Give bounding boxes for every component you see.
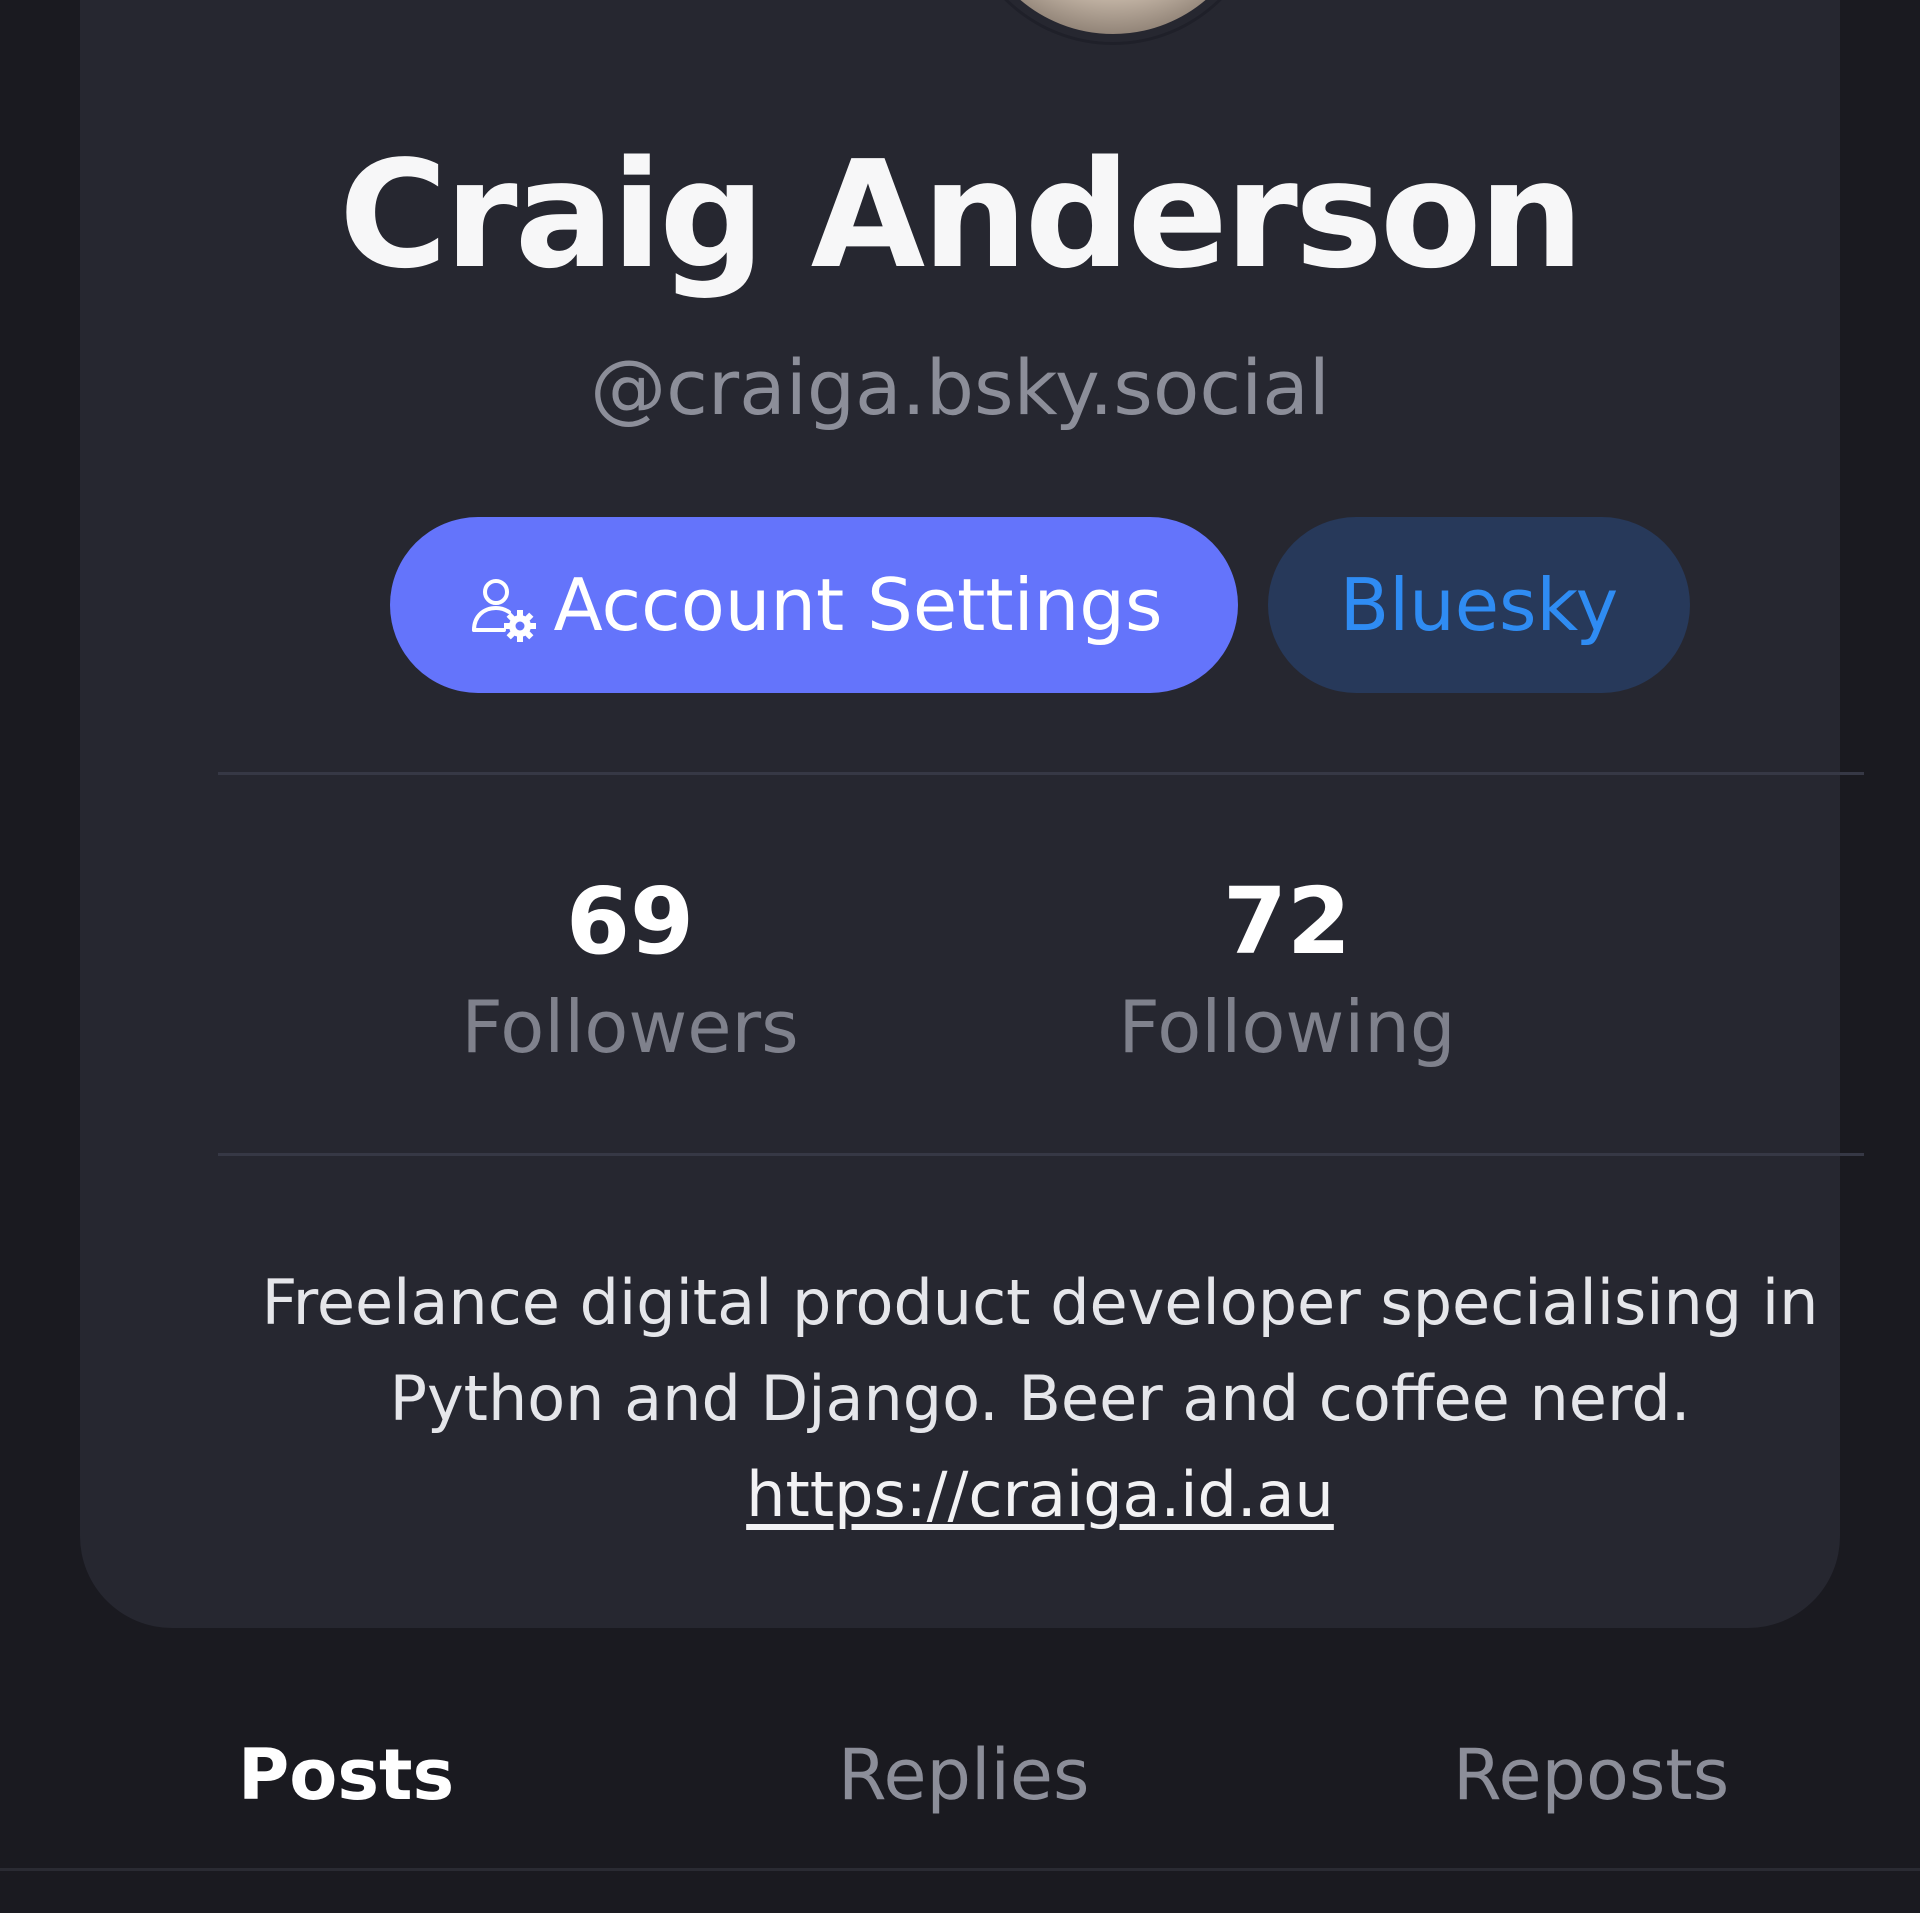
profile-card: Craig Anderson @craiga.bsky.social Accou… — [80, 0, 1864, 1628]
divider-top — [218, 772, 1864, 775]
avatar[interactable] — [962, 0, 1264, 42]
profile-name: Craig Anderson — [338, 129, 1584, 301]
profile-bio: Freelance digital product developer spec… — [220, 1255, 1860, 1543]
profile-actions: Account Settings Bluesky — [80, 517, 1840, 693]
tab-reposts[interactable]: Reposts — [1453, 1720, 1729, 1830]
account-settings-button[interactable]: Account Settings — [390, 517, 1238, 693]
tab-posts[interactable]: Posts — [238, 1720, 454, 1830]
profile-tabs: Posts Replies Reposts — [0, 1720, 1920, 1870]
account-settings-label: Account Settings — [553, 563, 1163, 647]
user-gear-icon — [466, 572, 540, 646]
bio-link[interactable]: https://craiga.id.au — [746, 1458, 1334, 1531]
tabs-divider — [0, 1868, 1920, 1871]
divider-bottom — [218, 1153, 1864, 1156]
followers-count: 69 — [565, 868, 695, 975]
bio-text: Freelance digital product developer spec… — [261, 1266, 1819, 1435]
profile-handle: @craiga.bsky.social — [590, 343, 1330, 432]
tab-replies[interactable]: Replies — [838, 1720, 1089, 1830]
bluesky-label: Bluesky — [1339, 563, 1619, 647]
profile-page: Craig Anderson @craiga.bsky.social Accou… — [0, 0, 1920, 1913]
following-count: 72 — [1222, 868, 1352, 975]
bluesky-button[interactable]: Bluesky — [1268, 517, 1690, 693]
followers-label: Followers — [461, 985, 799, 1069]
followers-stat[interactable]: 69 Followers — [370, 867, 890, 1077]
following-stat[interactable]: 72 Following — [1027, 867, 1547, 1077]
following-label: Following — [1118, 985, 1456, 1069]
